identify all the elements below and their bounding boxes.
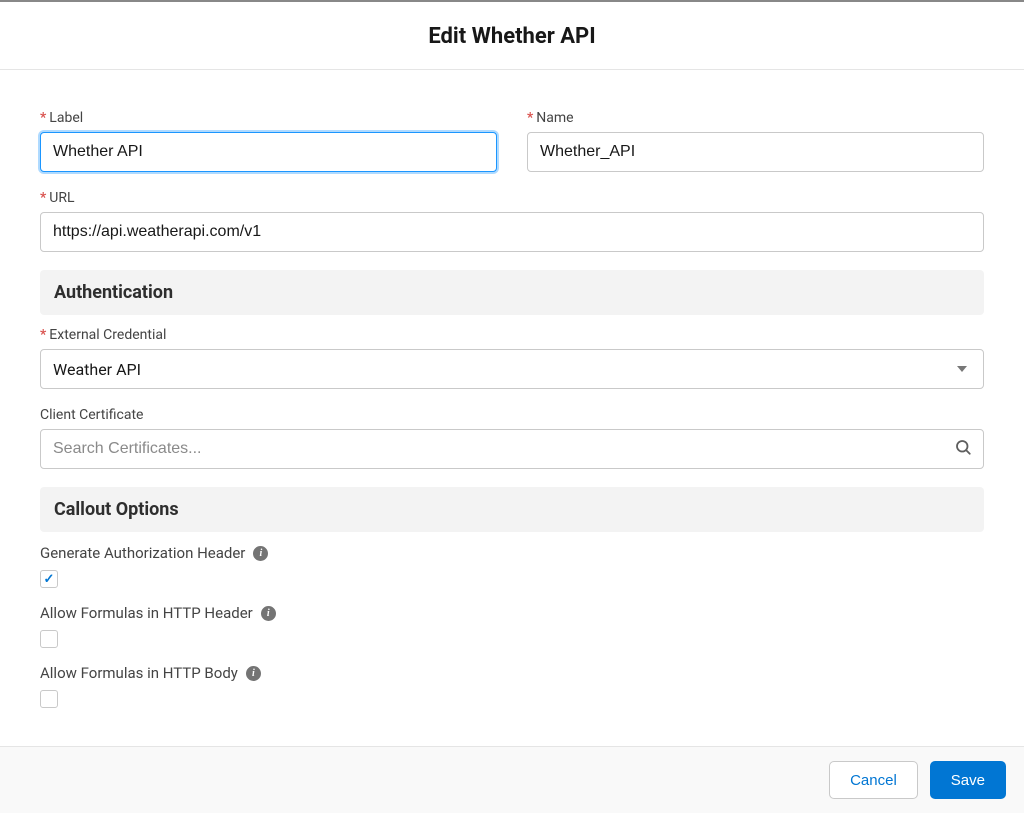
name-input[interactable] (527, 132, 984, 172)
label-input[interactable] (40, 132, 497, 172)
dialog-title: Edit Whether API (0, 24, 1024, 49)
name-label: Name (527, 110, 984, 126)
allow-formulas-body-checkbox[interactable] (40, 690, 58, 708)
url-input[interactable] (40, 212, 984, 252)
allow-formulas-header-label: Allow Formulas in HTTP Header (40, 604, 253, 622)
allow-formulas-body-option: Allow Formulas in HTTP Body i (40, 664, 984, 708)
authentication-section-header: Authentication (40, 270, 984, 315)
cancel-button[interactable]: Cancel (829, 761, 918, 799)
callout-options-heading: Callout Options (54, 499, 970, 520)
url-field-group: URL (40, 190, 984, 252)
dialog-footer: Cancel Save (0, 746, 1024, 813)
allow-formulas-body-label: Allow Formulas in HTTP Body (40, 664, 238, 682)
gen-auth-header-checkbox[interactable] (40, 570, 58, 588)
label-field-group: Label (40, 110, 497, 172)
name-field-group: Name (527, 110, 984, 172)
callout-options-section-header: Callout Options (40, 487, 984, 532)
gen-auth-header-option: Generate Authorization Header i (40, 544, 984, 588)
external-credential-label: External Credential (40, 327, 984, 343)
info-icon[interactable]: i (253, 546, 268, 561)
external-credential-value: Weather API (53, 360, 141, 379)
authentication-heading: Authentication (54, 282, 970, 303)
info-icon[interactable]: i (246, 666, 261, 681)
info-icon[interactable]: i (261, 606, 276, 621)
external-credential-field-group: External Credential Weather API (40, 327, 984, 389)
chevron-down-icon (957, 366, 967, 372)
client-certificate-search[interactable] (40, 429, 984, 469)
client-certificate-label: Client Certificate (40, 407, 984, 423)
external-credential-select[interactable]: Weather API (40, 349, 984, 389)
gen-auth-header-label: Generate Authorization Header (40, 544, 245, 562)
label-label: Label (40, 110, 497, 126)
dialog-body: Label Name URL Authentication External C… (0, 70, 1024, 814)
allow-formulas-header-checkbox[interactable] (40, 630, 58, 648)
url-label: URL (40, 190, 984, 206)
save-button[interactable]: Save (930, 761, 1006, 799)
dialog-header: Edit Whether API (0, 0, 1024, 70)
client-certificate-field-group: Client Certificate (40, 407, 984, 469)
allow-formulas-header-option: Allow Formulas in HTTP Header i (40, 604, 984, 648)
